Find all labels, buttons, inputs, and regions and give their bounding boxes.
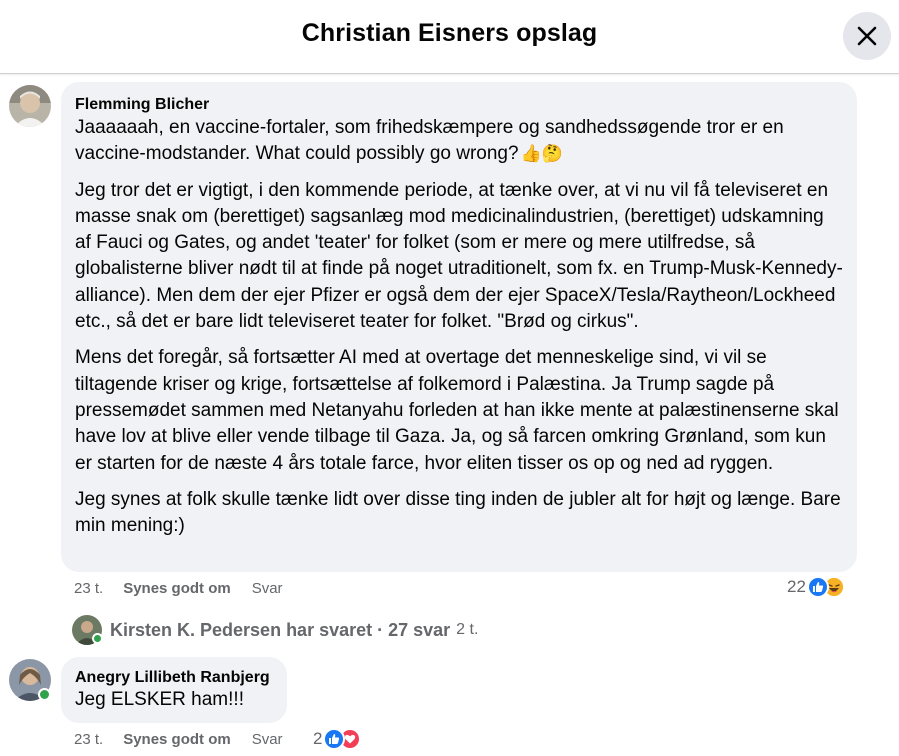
online-status-dot bbox=[92, 633, 103, 644]
comment-bubble: Anegry Lillibeth Ranbjerg Jeg ELSKER ham… bbox=[61, 657, 287, 723]
close-icon bbox=[857, 26, 877, 46]
comment-timestamp[interactable]: 23 t. bbox=[74, 731, 103, 748]
view-replies[interactable]: Kirsten K. Pedersen har svaret · 27 svar… bbox=[72, 614, 478, 646]
comment-text: Jaaaaaah, en vaccine-fortaler, som frihe… bbox=[75, 115, 843, 539]
reply-button[interactable]: Svar bbox=[252, 580, 283, 597]
like-button[interactable]: Synes godt om bbox=[123, 731, 231, 748]
comment-text: Jeg ELSKER ham!!! bbox=[75, 689, 244, 710]
comment-author[interactable]: Anegry Lillibeth Ranbjerg bbox=[75, 668, 273, 688]
reaction-summary[interactable]: 2 bbox=[313, 728, 362, 750]
comment-bubble: Flemming Blicher Jaaaaaah, en vaccine-fo… bbox=[61, 82, 857, 572]
thumbs-up-thinking-emoji: 👍🤔 bbox=[520, 144, 563, 164]
like-button[interactable]: Synes godt om bbox=[123, 580, 231, 597]
reaction-count: 2 bbox=[313, 729, 323, 748]
dialog-header: Christian Eisners opslag bbox=[0, 0, 899, 74]
like-icon bbox=[806, 576, 829, 598]
comment-paragraph: Jeg tror det er vigtigt, i den kommende … bbox=[75, 179, 843, 333]
close-button[interactable] bbox=[843, 12, 891, 60]
reaction-count: 22 bbox=[787, 577, 806, 596]
comment-actions: 23 t. Synes godt om Svar bbox=[74, 731, 283, 748]
comment-paragraph: Mens det foregår, så fortsætter AI med a… bbox=[75, 347, 839, 474]
avatar[interactable] bbox=[9, 85, 51, 127]
comment-author[interactable]: Flemming Blicher bbox=[75, 95, 843, 115]
comment-paragraph: Jeg synes at folk skulle tænke lidt over… bbox=[75, 488, 841, 537]
comment-paragraph: Jaaaaaah, en vaccine-fortaler, som frihe… bbox=[75, 117, 784, 165]
reply-button[interactable]: Svar bbox=[252, 731, 283, 748]
online-status-dot bbox=[38, 688, 51, 701]
comment-timestamp[interactable]: 23 t. bbox=[74, 580, 103, 597]
reaction-summary[interactable]: 22 bbox=[787, 576, 845, 598]
replies-timestamp: 2 t. bbox=[456, 621, 479, 638]
replies-summary[interactable]: Kirsten K. Pedersen har svaret · 27 svar bbox=[110, 620, 450, 641]
comment-actions: 23 t. Synes godt om Svar bbox=[74, 580, 283, 597]
dialog-title: Christian Eisners opslag bbox=[301, 19, 598, 47]
